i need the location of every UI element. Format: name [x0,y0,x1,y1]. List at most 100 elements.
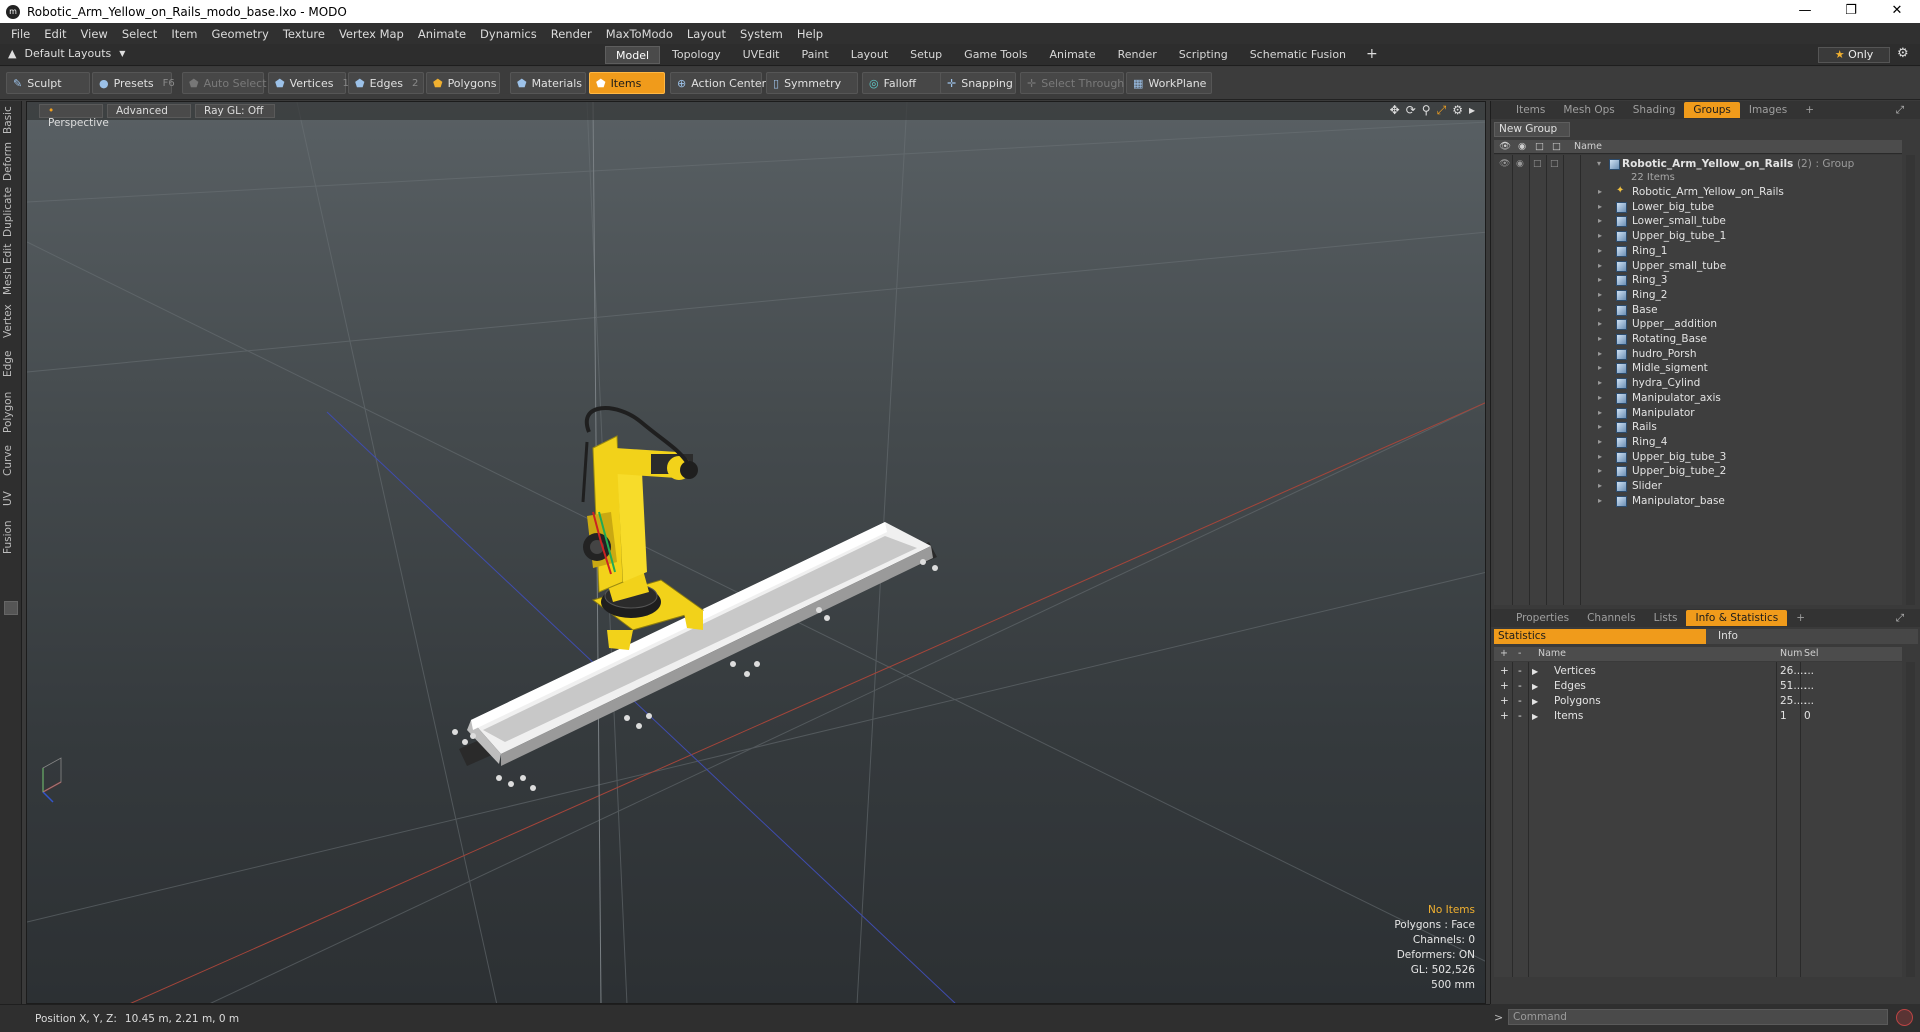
viewport-settings-icon[interactable]: ⚙ [1452,103,1463,118]
expand-all-icon[interactable]: + [1500,648,1508,659]
group-item-row[interactable]: ▸ Manipulator_base [1494,492,1902,510]
layouts-dropdown[interactable]: ▲ Default Layouts ▼ [8,47,125,60]
polygons-button[interactable]: ⬟ Polygons [426,72,500,94]
stats-tab-lists[interactable]: Lists [1645,610,1687,626]
select-through-button[interactable]: ✛ Select Through [1020,72,1124,94]
collapse-all-icon[interactable]: - [1518,648,1521,659]
left-tab-basic[interactable]: Basic [2,105,20,135]
stats-expand-icon[interactable]: ⤢ [1887,610,1913,626]
snapping-button[interactable]: ✛ Snapping [940,72,1016,94]
menu-help[interactable]: Help [790,27,830,41]
groups-tab-groups[interactable]: Groups [1684,102,1740,118]
left-tab-curve[interactable]: Curve [2,441,20,481]
raygl-button[interactable]: Ray GL: Off [195,104,275,118]
expand-arrow-icon[interactable]: ▶ [1532,694,1538,709]
symmetry-button[interactable]: ▯ Symmetry [766,72,858,94]
only-toggle[interactable]: ★ Only [1818,47,1890,63]
rotate-view-icon[interactable]: ⟳ [1406,103,1416,118]
auto-select-button[interactable]: ⬟ Auto Select [182,72,267,94]
groups-tab-items[interactable]: Items [1507,102,1554,118]
tab-setup[interactable]: Setup [900,46,953,64]
stats-list-scrollbar[interactable] [1906,662,1915,977]
robot-arm-model[interactable] [581,406,705,650]
left-tab-vertex[interactable]: Vertex [2,301,20,341]
zoom-view-icon[interactable]: ⚲ [1422,103,1431,118]
expand-arrow-icon[interactable]: ▶ [1532,664,1538,679]
groups-tab-mesh-ops[interactable]: Mesh Ops [1554,102,1623,118]
tab-render[interactable]: Render [1107,46,1167,64]
groups-add-tab-icon[interactable]: + [1796,102,1823,118]
info-subtab[interactable]: Info [1706,629,1918,644]
stats-list[interactable]: + - ▶ Vertices 26....... + - ▶ Edges 51....... + - ▶… [1494,662,1902,977]
groups-tab-images[interactable]: Images [1740,102,1796,118]
presets-button[interactable]: ● Presets F6 [92,72,175,94]
expand-icon[interactable]: + [1500,679,1509,694]
collapse-arrow-icon[interactable]: ▾ [1597,155,1601,173]
render-toggle-icon[interactable]: ◉ [1516,159,1528,169]
expand-icon[interactable]: + [1500,709,1509,724]
collapse-icon[interactable]: - [1518,709,1522,724]
group-list[interactable]: 👁 ◉ □ □ ▾ Robotic_Arm_Yellow_on_Rails (2) : G… [1494,155,1902,605]
tab-schematic-fusion[interactable]: Schematic Fusion [1239,46,1357,64]
menu-dynamics[interactable]: Dynamics [473,27,544,41]
menu-file[interactable]: File [4,27,37,41]
menu-texture[interactable]: Texture [276,27,332,41]
sculpt-button[interactable]: ✎ Sculpt [6,72,90,94]
stats-tab-info-statistics[interactable]: Info & Statistics [1686,610,1788,626]
left-tabs-toggle[interactable] [4,601,18,615]
gear-icon[interactable]: ⚙ [1897,46,1909,61]
expand-icon[interactable]: + [1500,664,1509,679]
rail-model[interactable] [452,522,938,791]
stats-tab-properties[interactable]: Properties [1507,610,1578,626]
menu-item[interactable]: Item [164,27,204,41]
3d-viewport[interactable]: • Perspective Advanced Ray GL: Off ✥ ⟳ ⚲… [26,101,1486,1004]
viewport-collapse-button[interactable]: • Perspective [39,104,109,129]
expand-arrow-icon[interactable]: ▶ [1532,709,1538,724]
menu-layout[interactable]: Layout [680,27,733,41]
tab-layout[interactable]: Layout [840,46,899,64]
menu-view[interactable]: View [74,27,115,41]
new-group-button[interactable]: New Group [1494,122,1570,137]
menu-maxtomodo[interactable]: MaxToModo [599,27,680,41]
stats-row-vertices[interactable]: + - ▶ Vertices 26....... [1494,664,1902,679]
falloff-button[interactable]: ◎ Falloff [862,72,944,94]
groups-expand-icon[interactable]: ⤢ [1887,102,1913,118]
stats-row-items[interactable]: + - ▶ Items 1 0 [1494,709,1902,724]
left-tab-mesh-edit[interactable]: Mesh Edit [2,241,20,297]
left-tab-fusion[interactable]: Fusion [2,517,20,557]
layouts-collapse-icon[interactable]: ▲ [8,47,16,60]
expand-icon[interactable]: + [1500,694,1509,709]
left-tab-deform[interactable]: Deform [2,139,20,183]
materials-button[interactable]: ⬟ Materials [510,72,586,94]
menu-geometry[interactable]: Geometry [205,27,276,41]
menu-vertex-map[interactable]: Vertex Map [332,27,411,41]
menu-select[interactable]: Select [115,27,164,41]
collapse-icon[interactable]: - [1518,664,1522,679]
close-icon[interactable]: ✕ [1874,0,1920,23]
menu-edit[interactable]: Edit [37,27,73,41]
items-button[interactable]: ⬟ Items [589,72,665,94]
groups-tab-shading[interactable]: Shading [1624,102,1685,118]
left-tab-duplicate[interactable]: Duplicate [2,187,20,237]
menu-system[interactable]: System [733,27,790,41]
tab-paint[interactable]: Paint [791,46,839,64]
expand-arrow-icon[interactable]: ▶ [1532,679,1538,694]
statistics-subtab[interactable]: Statistics [1494,629,1706,644]
expand-arrow-icon[interactable]: ▸ [1598,492,1602,510]
viewport-menu-icon[interactable]: ▸ [1469,103,1475,118]
stats-add-tab-icon[interactable]: + [1787,610,1814,626]
shading-mode-button[interactable]: Advanced [107,104,191,118]
stop-command-icon[interactable] [1896,1009,1913,1026]
scene-canvas[interactable] [27,102,1486,1004]
action-center-button[interactable]: ⊕ Action Center [670,72,766,94]
left-tab-uv[interactable]: UV [2,485,20,513]
maximize-icon[interactable]: ❐ [1828,0,1874,23]
menu-animate[interactable]: Animate [411,27,473,41]
tab-game-tools[interactable]: Game Tools [954,46,1038,64]
minimize-icon[interactable]: — [1782,0,1828,23]
tab-animate[interactable]: Animate [1039,46,1106,64]
visibility-eye-icon[interactable]: 👁 [1499,159,1511,169]
group-root-row[interactable]: 👁 ◉ □ □ ▾ Robotic_Arm_Yellow_on_Rails (2) : G… [1494,155,1902,183]
tab-model[interactable]: Model [605,46,661,64]
command-input[interactable]: Command [1508,1009,1888,1025]
